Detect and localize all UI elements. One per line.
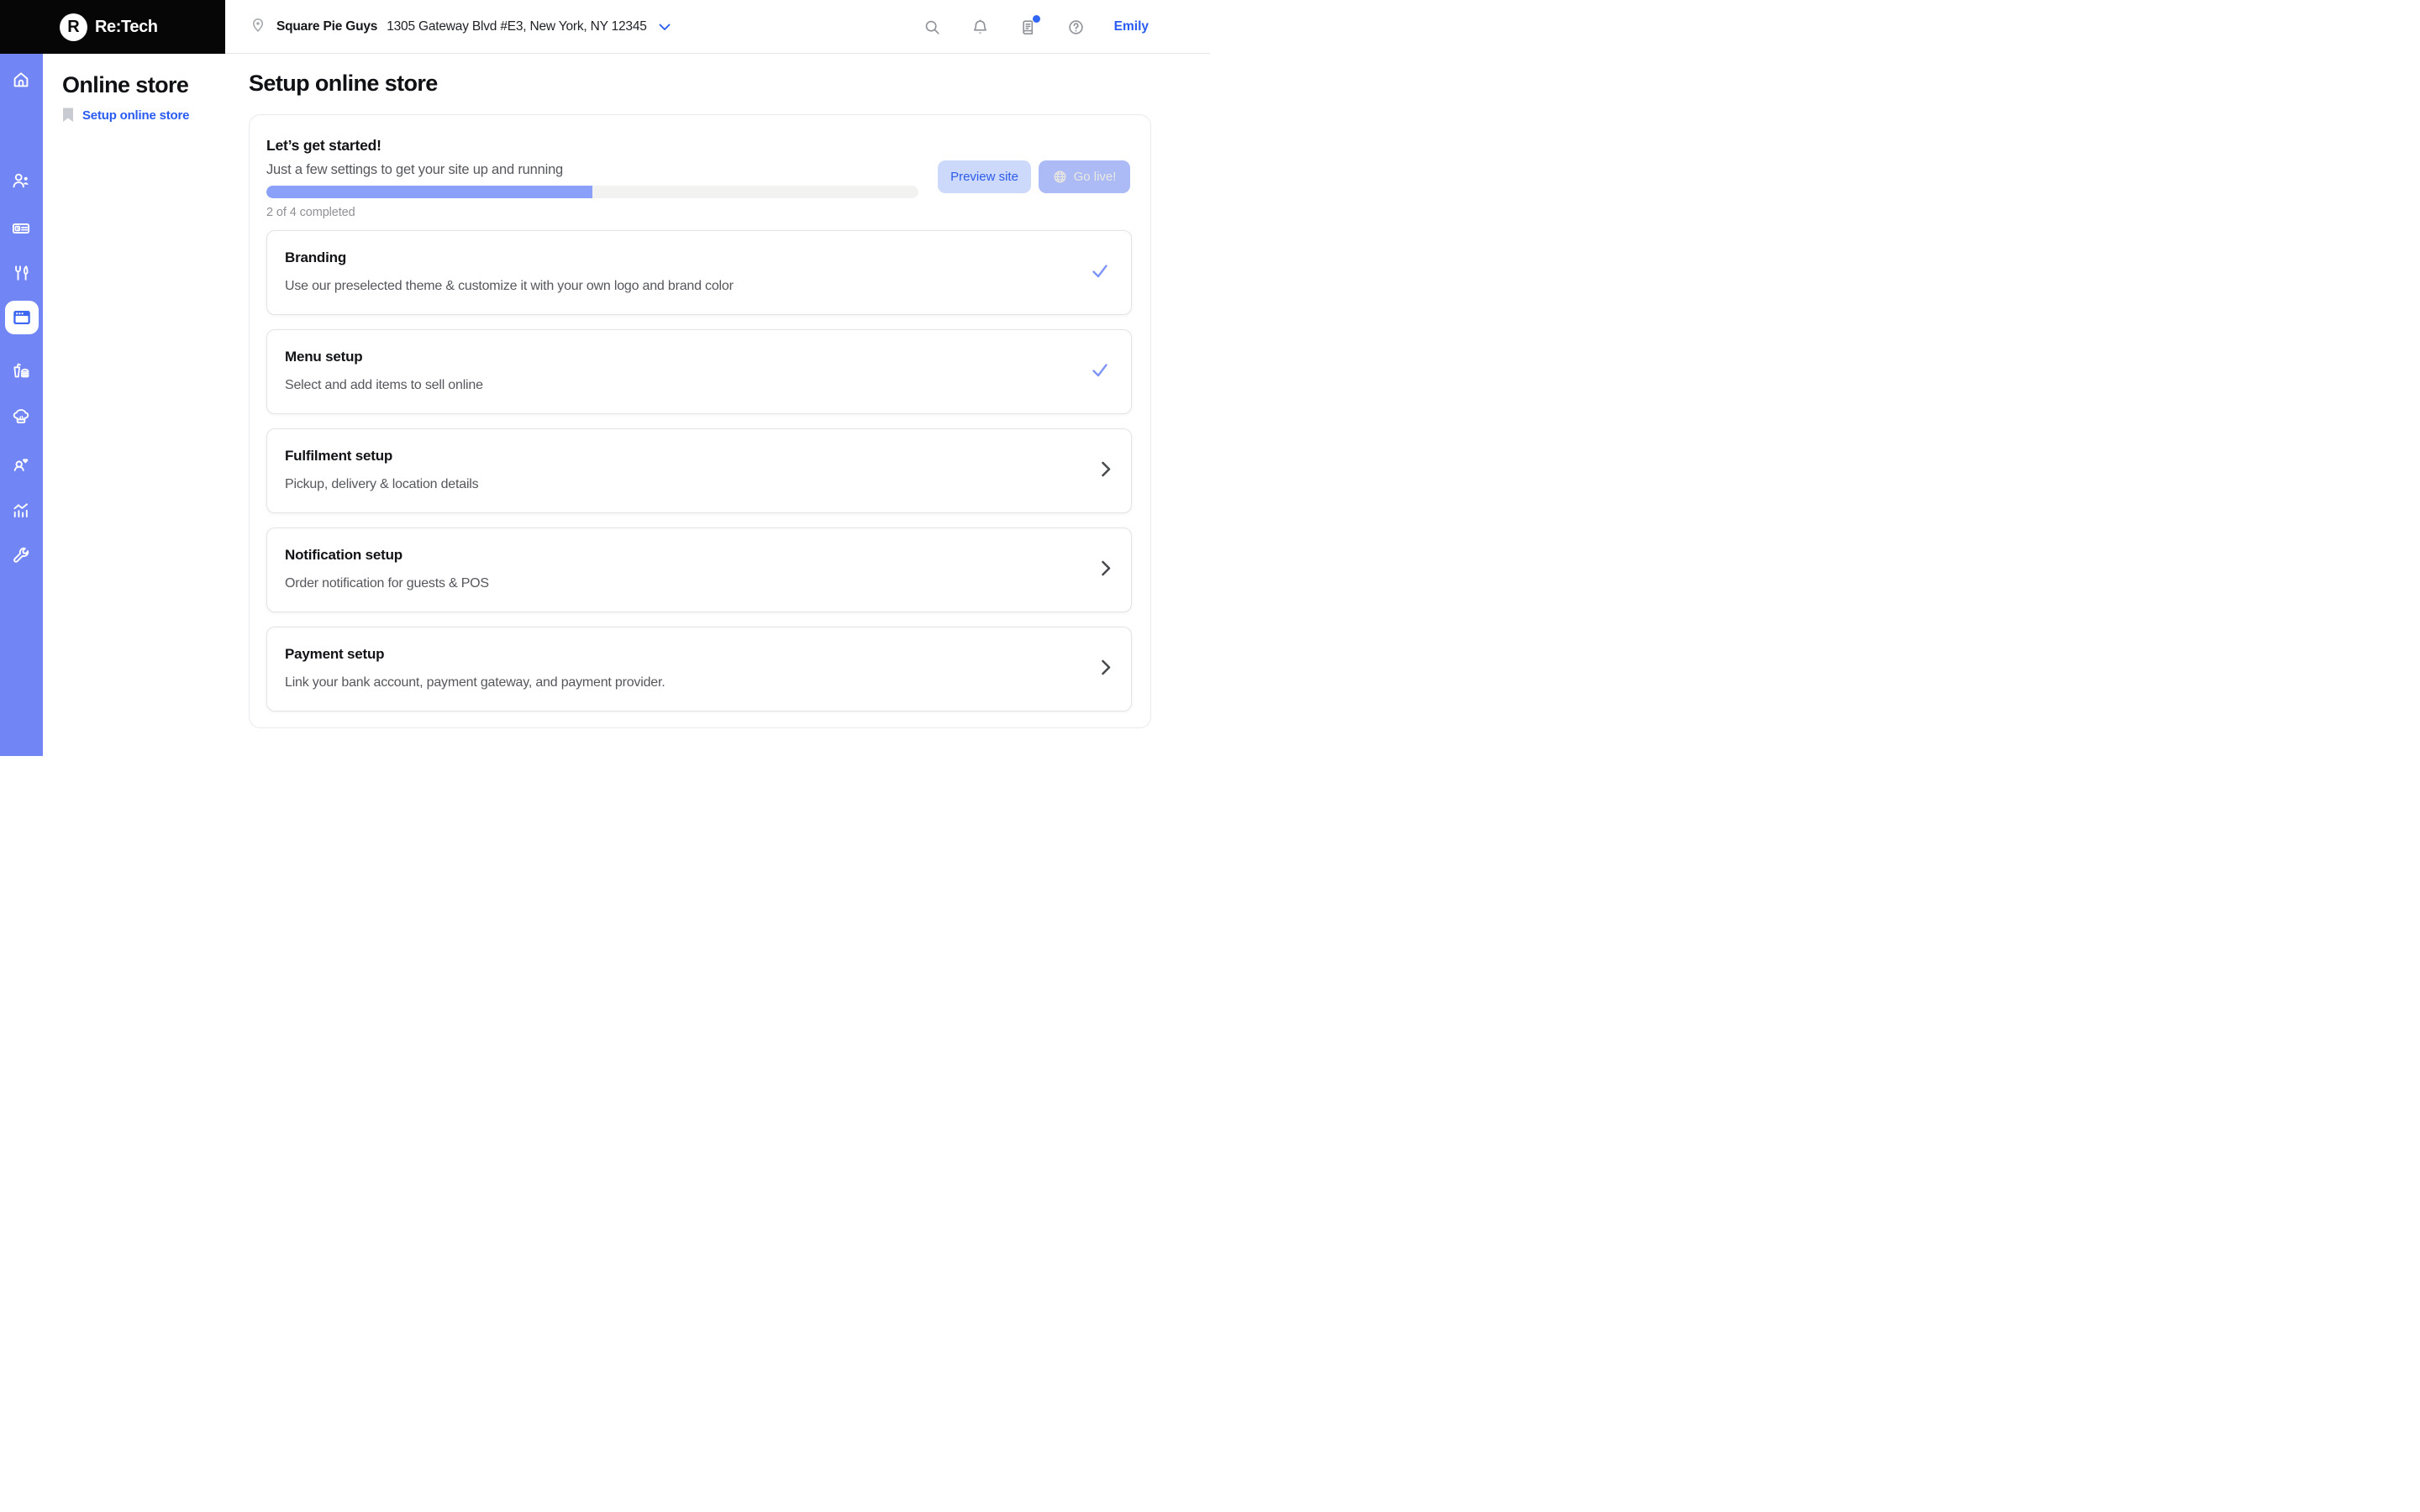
check-icon <box>1089 260 1111 286</box>
location-pin-icon <box>249 16 267 39</box>
sidebar-item-customers[interactable] <box>11 171 31 191</box>
sidebar-item-loyalty[interactable] <box>11 454 31 474</box>
chevron-right-icon <box>1102 659 1111 679</box>
sidebar-item-analytics[interactable] <box>11 500 31 520</box>
chevron-right-icon <box>1102 461 1111 480</box>
changelog-icon[interactable] <box>1018 15 1040 37</box>
step-description: Use our preselected theme & customize it… <box>285 279 734 293</box>
setup-card: Let’s get started! Just a few settings t… <box>249 114 1151 728</box>
step-description: Order notification for guests & POS <box>285 576 489 591</box>
changelog-unread-dot <box>1032 15 1040 23</box>
user-menu[interactable]: Emily <box>1114 19 1149 34</box>
getting-started-actions: Preview site Go live! <box>938 160 1130 193</box>
sidebar: $ <box>0 54 43 756</box>
step-description: Select and add items to sell online <box>285 378 483 392</box>
brand-logo-icon: R <box>60 13 87 41</box>
notifications-bell-icon[interactable] <box>971 17 991 37</box>
brand-logo-letter: R <box>67 18 80 36</box>
location-selector[interactable]: Square Pie Guys 1305 Gateway Blvd #E3, N… <box>249 0 671 54</box>
left-nav-label: Setup online store <box>82 108 190 123</box>
brand-name: Re:Tech <box>95 17 158 36</box>
help-icon[interactable] <box>1066 17 1086 37</box>
step-title: Payment setup <box>285 646 385 662</box>
getting-started-title: Let’s get started! <box>266 137 381 154</box>
getting-started-subtitle: Just a few settings to get your site up … <box>266 162 564 177</box>
chevron-right-icon <box>1102 560 1111 580</box>
brand-block: R Re:Tech <box>0 0 225 54</box>
setup-step-menu[interactable]: Menu setup Select and add items to sell … <box>266 329 1132 414</box>
setup-step-payment[interactable]: Payment setup Link your bank account, pa… <box>266 627 1132 711</box>
bookmark-icon <box>62 108 74 123</box>
sidebar-item-online-store[interactable] <box>5 301 39 334</box>
setup-progress-fill <box>266 186 592 198</box>
topbar: R Re:Tech Square Pie Guys 1305 Gateway B… <box>0 0 1210 54</box>
setup-progress-bar <box>266 186 918 198</box>
page-title: Online store <box>62 72 189 97</box>
go-live-button[interactable]: Go live! <box>1039 160 1130 193</box>
topbar-actions: Emily <box>923 0 1210 54</box>
preview-site-button[interactable]: Preview site <box>938 160 1031 193</box>
sidebar-item-dining[interactable] <box>11 263 31 283</box>
globe-icon <box>1053 170 1067 184</box>
step-title: Branding <box>285 249 347 265</box>
step-description: Link your bank account, payment gateway,… <box>285 675 666 690</box>
search-icon[interactable] <box>923 17 943 37</box>
setup-step-notification[interactable]: Notification setup Order notification fo… <box>266 528 1132 612</box>
step-title: Notification setup <box>285 547 402 563</box>
setup-step-fulfilment[interactable]: Fulfilment setup Pickup, delivery & loca… <box>266 428 1132 513</box>
chevron-down-icon <box>659 24 671 31</box>
sidebar-item-setup-online-store[interactable]: Setup online store <box>62 108 189 123</box>
check-icon <box>1089 359 1111 385</box>
sidebar-item-tools[interactable] <box>11 545 31 565</box>
sidebar-item-kitchen[interactable] <box>11 407 31 427</box>
step-title: Menu setup <box>285 349 363 365</box>
progress-label: 2 of 4 completed <box>266 206 355 219</box>
sidebar-item-orders[interactable] <box>11 360 31 381</box>
sidebar-item-payouts[interactable]: $ <box>11 218 31 239</box>
location-name: Square Pie Guys <box>276 19 378 34</box>
step-title: Fulfilment setup <box>285 448 393 464</box>
sidebar-item-home[interactable] <box>11 70 31 90</box>
location-address: 1305 Gateway Blvd #E3, New York, NY 1234… <box>387 19 647 34</box>
step-description: Pickup, delivery & location details <box>285 477 479 491</box>
main-heading: Setup online store <box>249 71 438 96</box>
setup-step-branding[interactable]: Branding Use our preselected theme & cus… <box>266 230 1132 315</box>
